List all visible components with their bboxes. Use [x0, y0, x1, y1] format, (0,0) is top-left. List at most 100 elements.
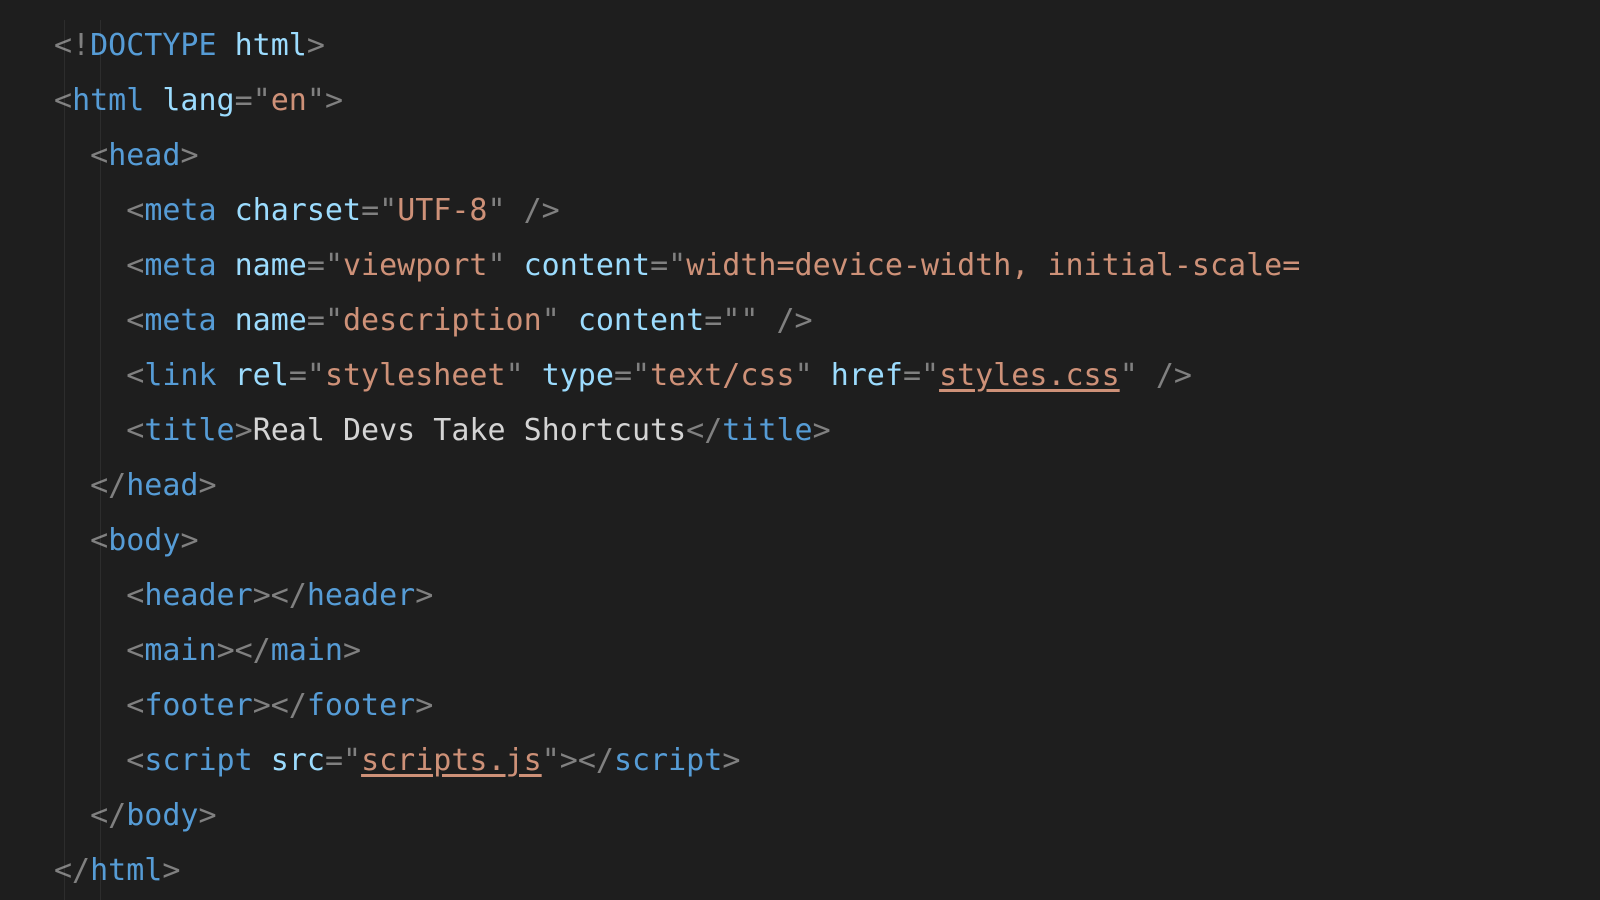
code-token: /> [1156, 358, 1192, 393]
code-line[interactable]: <link rel="stylesheet" type="text/css" h… [54, 358, 1192, 393]
code-token: > [415, 688, 433, 723]
code-line[interactable]: </head> [54, 468, 217, 503]
code-token: = [289, 358, 307, 393]
code-token: " [379, 193, 397, 228]
code-line[interactable]: <footer></footer> [54, 688, 433, 723]
code-token: src [271, 743, 325, 778]
code-line[interactable]: <html lang="en"> [54, 83, 343, 118]
code-token: </ [686, 413, 722, 448]
code-token: > [560, 743, 578, 778]
code-token: = [307, 248, 325, 283]
code-token: < [126, 248, 144, 283]
code-token: > [253, 578, 271, 613]
code-token: DOCTYPE [90, 28, 216, 63]
code-token [1138, 358, 1156, 393]
code-token: charset [235, 193, 361, 228]
code-token: <! [54, 28, 90, 63]
code-token: meta [144, 248, 216, 283]
code-token: < [126, 743, 144, 778]
code-token: > [235, 413, 253, 448]
code-token: < [126, 633, 144, 668]
code-line[interactable]: <meta charset="UTF-8" /> [54, 193, 560, 228]
code-token: </ [90, 468, 126, 503]
code-token: link [144, 358, 216, 393]
code-token: lang [162, 83, 234, 118]
code-token [253, 743, 271, 778]
code-line[interactable]: <head> [54, 138, 199, 173]
code-token: head [108, 138, 180, 173]
code-token: " [632, 358, 650, 393]
code-token: = [650, 248, 668, 283]
code-token: > [180, 523, 198, 558]
code-token: > [217, 633, 235, 668]
code-token: </ [578, 743, 614, 778]
code-token: " [921, 358, 939, 393]
code-token: < [126, 193, 144, 228]
code-token: " [343, 743, 361, 778]
code-token: = [235, 83, 253, 118]
code-token: " [722, 303, 740, 338]
code-token [524, 358, 542, 393]
code-token: " [542, 743, 560, 778]
code-line[interactable]: <meta name="description" content="" /> [54, 303, 813, 338]
code-token: text/css [650, 358, 795, 393]
code-token: " [488, 193, 506, 228]
code-token: header [307, 578, 415, 613]
code-editor[interactable]: <!DOCTYPE html> <html lang="en"> <head> … [0, 0, 1600, 900]
code-token: content [524, 248, 650, 283]
code-token: script [144, 743, 252, 778]
code-token: = [361, 193, 379, 228]
code-token: " [795, 358, 813, 393]
code-token: meta [144, 193, 216, 228]
code-block[interactable]: <!DOCTYPE html> <html lang="en"> <head> … [0, 0, 1600, 898]
code-token: content [578, 303, 704, 338]
code-token: </ [271, 578, 307, 613]
code-line[interactable]: <title>Real Devs Take Shortcuts</title> [54, 413, 831, 448]
code-token: " [325, 303, 343, 338]
code-line[interactable]: <script src="scripts.js"></script> [54, 743, 740, 778]
code-line[interactable]: <meta name="viewport" content="width=dev… [54, 248, 1300, 283]
code-token: scripts.js [361, 743, 542, 778]
code-token: en [271, 83, 307, 118]
code-token: </ [271, 688, 307, 723]
code-token: script [614, 743, 722, 778]
code-token: > [813, 413, 831, 448]
code-token: = [903, 358, 921, 393]
code-line[interactable]: <header></header> [54, 578, 433, 613]
code-token: </ [235, 633, 271, 668]
code-line[interactable]: </html> [54, 853, 180, 888]
code-token: main [144, 633, 216, 668]
code-token: > [307, 28, 325, 63]
code-token: title [144, 413, 234, 448]
indent-guide [100, 20, 101, 900]
code-token [217, 303, 235, 338]
code-token: = [325, 743, 343, 778]
code-token: /> [777, 303, 813, 338]
code-token: Real Devs Take Shortcuts [253, 413, 686, 448]
code-line[interactable]: </body> [54, 798, 217, 833]
code-token [506, 248, 524, 283]
code-token: > [162, 853, 180, 888]
code-token: > [180, 138, 198, 173]
code-token: > [253, 688, 271, 723]
code-token: " [668, 248, 686, 283]
code-token: </ [54, 853, 90, 888]
code-token: " [325, 248, 343, 283]
code-token: " [740, 303, 758, 338]
code-token: meta [144, 303, 216, 338]
code-line[interactable]: <body> [54, 523, 199, 558]
code-token: title [722, 413, 812, 448]
code-token: type [542, 358, 614, 393]
code-token: " [307, 358, 325, 393]
code-token: < [126, 358, 144, 393]
code-token: UTF-8 [397, 193, 487, 228]
code-token [144, 83, 162, 118]
code-token [217, 28, 235, 63]
code-line[interactable]: <!DOCTYPE html> [54, 28, 325, 63]
code-token: = [614, 358, 632, 393]
code-token: href [831, 358, 903, 393]
indent-guide [64, 20, 65, 900]
code-token: footer [144, 688, 252, 723]
code-token: " [1120, 358, 1138, 393]
code-token: description [343, 303, 542, 338]
